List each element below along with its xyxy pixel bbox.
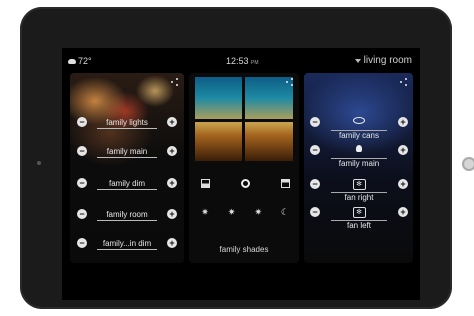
shade-scene-row: ✷ ✷ ✷ ☾ [199,206,291,218]
time: 12:53 [226,56,249,66]
dim-down-button[interactable]: − [310,179,320,189]
room-name: living room [363,55,412,66]
light-row: − family dim + [77,176,177,190]
shades-panel: ✷ ✷ ✷ ☾ family shades [189,73,299,263]
device-control[interactable]: family main [324,139,394,168]
devices-panel: − family cans + − family main + − ✻ fan … [304,73,413,263]
camera [37,161,41,165]
fan-icon: ✻ [352,179,366,190]
light-label[interactable]: family dim [89,179,165,190]
dim-down-button[interactable]: − [77,117,87,127]
shade-stop-icon[interactable] [239,177,251,189]
light-label[interactable]: family lights [89,118,165,129]
shades-label: family shades [219,245,269,254]
light-row: − family lights + [77,115,177,129]
dim-down-button[interactable]: − [310,207,320,217]
sun-icon[interactable]: ✷ [252,206,264,218]
cloud-icon [68,58,76,64]
light-label[interactable]: family...in dim [89,239,165,250]
dim-up-button[interactable]: + [167,146,177,156]
dim-up-button[interactable]: + [398,207,408,217]
device-row: − ✻ fan left + [310,201,408,230]
dim-up-button[interactable]: + [167,238,177,248]
expand-dots-icon[interactable] [286,78,294,86]
time-suffix: PM [251,60,259,66]
dim-up-button[interactable]: + [167,178,177,188]
dim-up-button[interactable]: + [398,117,408,127]
light-row: − family...in dim + [77,236,177,250]
shade-controls-row [199,177,291,189]
shade-open-top-icon[interactable] [279,177,291,189]
dim-down-button[interactable]: − [77,146,87,156]
device-row: − family main + [310,139,408,168]
dim-down-button[interactable]: − [77,209,87,219]
window-image [195,77,293,161]
expand-dots-icon[interactable] [171,78,179,86]
device-label: family main [338,159,380,168]
dim-down-button[interactable]: − [77,178,87,188]
lights-panel: − family lights + − family main + − fami… [70,73,184,263]
bulb-icon [356,145,362,152]
clock: 12:53 PM [226,56,259,66]
sun-icon[interactable]: ✷ [226,206,238,218]
screen: 72° 12:53 PM living room − family lights… [62,48,420,300]
home-button[interactable] [462,157,474,171]
dim-down-button[interactable]: − [77,238,87,248]
light-row: − family main + [77,144,177,158]
dim-down-button[interactable]: − [310,145,320,155]
light-row: − family room + [77,207,177,221]
dim-up-button[interactable]: + [398,145,408,155]
light-label[interactable]: family main [89,147,165,158]
weather: 72° [68,56,92,66]
dropdown-icon [354,58,361,63]
sun-icon[interactable]: ✷ [199,206,211,218]
dim-down-button[interactable]: − [310,117,320,127]
device-row: − ✻ fan right + [310,173,408,202]
recessed-light-icon [353,117,365,124]
temperature: 72° [78,56,92,66]
fan-icon: ✻ [352,207,366,218]
status-bar: 72° 12:53 PM living room [62,48,420,70]
shade-open-bottom-icon[interactable] [199,177,211,189]
expand-dots-icon[interactable] [400,78,408,86]
dim-up-button[interactable]: + [167,209,177,219]
room-selector[interactable]: living room [354,55,412,66]
moon-icon[interactable]: ☾ [279,206,291,218]
device-control[interactable]: ✻ fan left [324,201,394,230]
dim-up-button[interactable]: + [398,179,408,189]
dim-up-button[interactable]: + [167,117,177,127]
device-row: − family cans + [310,111,408,140]
device-label: fan left [346,221,371,230]
device-control[interactable]: ✻ fan right [324,173,394,202]
device-control[interactable]: family cans [324,111,394,140]
light-label[interactable]: family room [89,210,165,221]
